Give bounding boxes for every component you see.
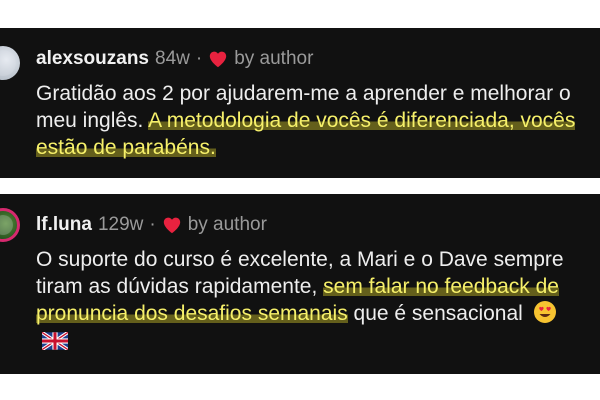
avatar[interactable] bbox=[0, 208, 20, 242]
comment-text: Gratidão aos 2 por ajudarem-me a aprende… bbox=[36, 80, 582, 161]
username[interactable]: lf.luna bbox=[36, 214, 92, 236]
comment-text: O suporte do curso é excelente, a Mari e… bbox=[36, 246, 582, 354]
liked-by-author: by author bbox=[187, 214, 267, 235]
comment-text-tail: que é sensacional bbox=[347, 302, 523, 325]
comment-card: alexsouzans 84w · by author Gratidão aos… bbox=[0, 28, 600, 178]
heart-icon[interactable] bbox=[162, 216, 182, 234]
username[interactable]: alexsouzans bbox=[36, 48, 149, 70]
uk-flag-icon bbox=[42, 332, 68, 350]
comment-header: lf.luna 129w · by author bbox=[36, 214, 267, 236]
comment-age: 84w bbox=[155, 48, 190, 69]
avatar[interactable] bbox=[0, 46, 20, 80]
comment-age: 129w bbox=[97, 214, 144, 235]
comment-card: lf.luna 129w · by author O suporte do cu… bbox=[0, 194, 600, 374]
separator: · bbox=[195, 48, 203, 69]
liked-by-author: by author bbox=[234, 48, 314, 69]
heart-eyes-emoji bbox=[533, 301, 556, 323]
comment-header: alexsouzans 84w · by author bbox=[36, 48, 313, 70]
separator: · bbox=[149, 214, 156, 235]
heart-icon[interactable] bbox=[208, 50, 228, 68]
